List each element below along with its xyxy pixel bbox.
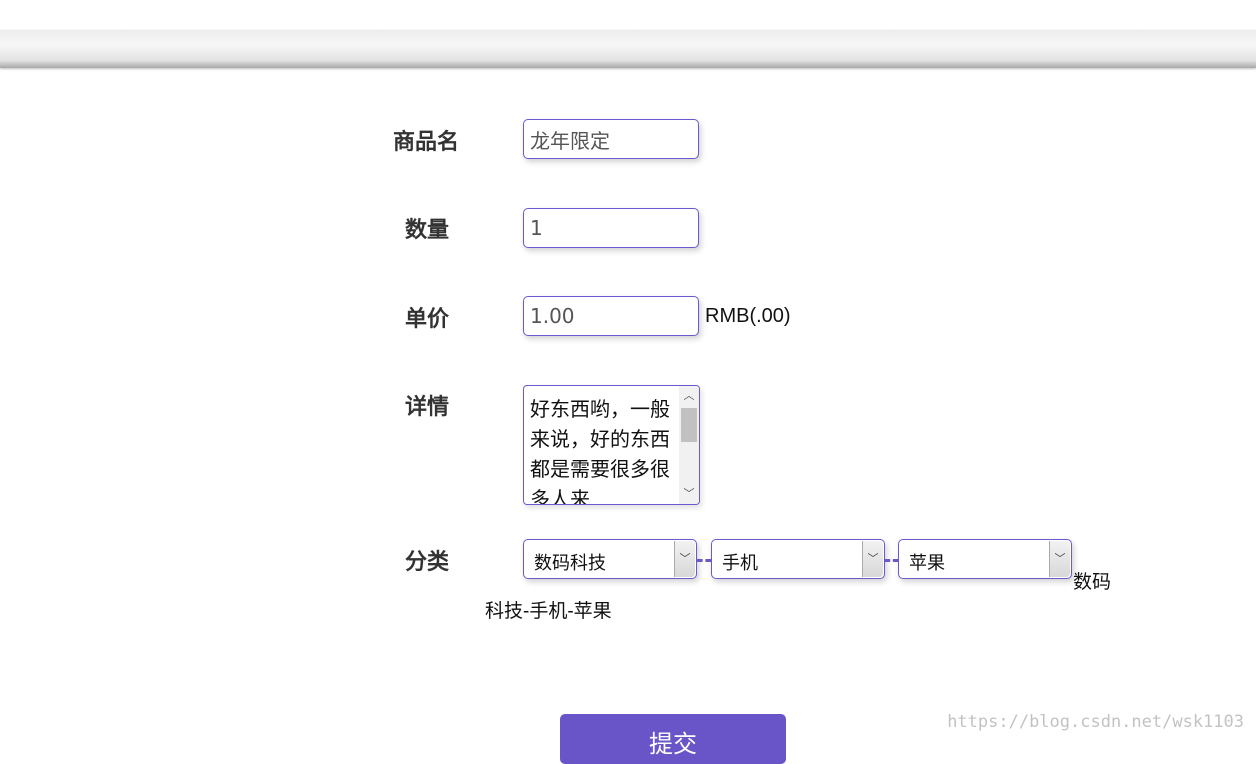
submit-button[interactable]: 提交 (560, 714, 786, 764)
detail-label: 详情 (405, 395, 450, 420)
category-select-2-value: 手机 (722, 553, 758, 574)
category-connector (697, 559, 711, 562)
top-bar (0, 30, 1256, 68)
detail-textarea[interactable]: 好东西哟，一般来说，好的东西都是需要很多很多人来 ︿ ﹀ (523, 385, 700, 505)
category-select-1-value: 数码科技 (534, 553, 606, 574)
category-select-2[interactable]: 手机 ﹀ (711, 539, 885, 579)
category-select-3-value: 苹果 (909, 553, 945, 574)
price-input[interactable] (523, 296, 699, 336)
chevron-down-icon[interactable]: ﹀ (1049, 541, 1070, 577)
category-connector (885, 559, 898, 562)
category-label: 分类 (405, 550, 450, 575)
chevron-up-icon[interactable]: ︿ (679, 386, 699, 406)
category-select-3[interactable]: 苹果 ﹀ (898, 539, 1072, 579)
detail-scrollbar[interactable]: ︿ ﹀ (679, 386, 699, 504)
price-label: 单价 (405, 307, 450, 332)
quantity-label: 数量 (405, 218, 450, 243)
product-name-input[interactable] (523, 119, 699, 159)
scroll-thumb[interactable] (681, 408, 697, 442)
chevron-down-icon[interactable]: ﹀ (674, 541, 695, 577)
category-result-text-continued: 科技-手机-苹果 (485, 601, 612, 622)
price-unit: RMB(.00) (705, 305, 791, 327)
watermark: https://blog.csdn.net/wsk1103 (947, 712, 1244, 732)
category-select-1[interactable]: 数码科技 ﹀ (523, 539, 697, 579)
detail-text: 好东西哟，一般来说，好的东西都是需要很多很多人来 (530, 397, 670, 505)
chevron-down-icon[interactable]: ﹀ (862, 541, 883, 577)
category-result-text: 数码 (1073, 572, 1112, 593)
chevron-down-icon[interactable]: ﹀ (679, 484, 699, 504)
quantity-input[interactable] (523, 208, 699, 248)
product-name-label: 商品名 (393, 130, 460, 155)
